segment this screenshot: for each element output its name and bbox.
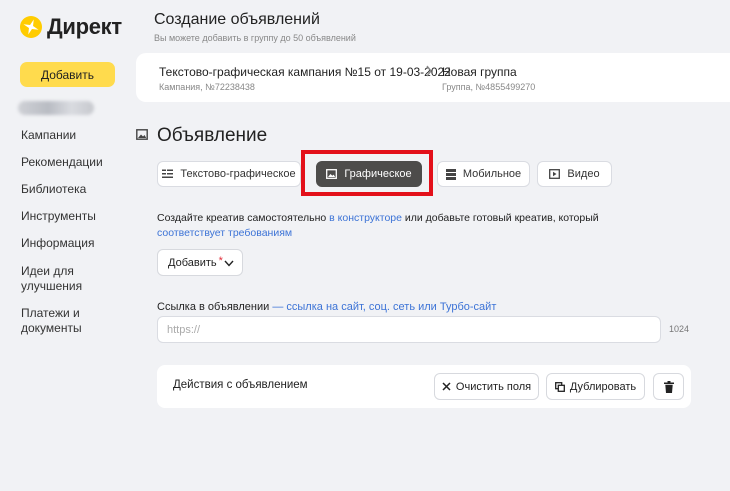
- close-icon: [442, 382, 451, 391]
- sidebar-item-library[interactable]: Библиотека: [21, 182, 131, 197]
- chevron-right-icon: [426, 65, 432, 77]
- tab-graphic[interactable]: Графическое: [316, 161, 422, 187]
- mobile-stack-icon: [445, 168, 456, 180]
- clear-fields-label: Очистить поля: [455, 380, 532, 393]
- page-subtitle: Вы можете добавить в группу до 50 объявл…: [154, 33, 356, 43]
- duplicate-button[interactable]: Дублировать: [546, 373, 645, 400]
- add-creative-dropdown[interactable]: Добавить *: [157, 249, 243, 276]
- sidebar-item-ideas[interactable]: Идеи для улучшения: [21, 264, 91, 294]
- tab-mobile[interactable]: Мобильное: [437, 161, 530, 187]
- add-button[interactable]: Добавить: [20, 62, 115, 87]
- add-creative-label: Добавить: [168, 256, 217, 269]
- blurred-account-name[interactable]: [18, 101, 94, 115]
- page-title: Создание объявлений: [154, 11, 320, 28]
- sidebar-item-campaigns[interactable]: Кампании: [21, 128, 131, 143]
- sidebar-item-tools[interactable]: Инструменты: [21, 209, 131, 224]
- duplicate-label: Дублировать: [569, 380, 637, 393]
- breadcrumb-group-title: Новая группа: [442, 65, 517, 79]
- breadcrumb-campaign[interactable]: Текстово-графическая кампания №15 от 19-…: [159, 65, 451, 92]
- yandex-direct-logo-icon: [20, 16, 42, 38]
- clear-fields-button[interactable]: Очистить поля: [434, 373, 539, 400]
- url-label-text: Ссылка в объявлении: [157, 301, 270, 313]
- sidebar-item-payments[interactable]: Платежи и документы: [21, 306, 91, 336]
- image-icon: [326, 169, 338, 179]
- breadcrumb-group-id: Группа, №4855499270: [442, 82, 536, 92]
- char-counter: 1024: [669, 324, 690, 334]
- section-title: Объявление: [157, 125, 268, 146]
- breadcrumb-campaign-id: Кампания, №72238438: [159, 82, 255, 92]
- sidebar-item-recommendations[interactable]: Рекомендации: [21, 155, 131, 170]
- delete-button[interactable]: [653, 373, 684, 400]
- trash-icon: [663, 380, 674, 393]
- logo-text: Директ: [47, 14, 122, 39]
- image-icon: [136, 129, 148, 140]
- url-input[interactable]: [157, 316, 661, 343]
- tab-graphic-label: Графическое: [344, 168, 412, 180]
- logo[interactable]: Директ: [20, 14, 122, 40]
- desc-text-before: Создайте креатив самостоятельно: [157, 212, 330, 224]
- constructor-link[interactable]: в конструкторе: [329, 212, 402, 224]
- tab-video-label: Видео: [567, 168, 600, 180]
- breadcrumb-group[interactable]: Новая группа Группа, №4855499270: [442, 65, 535, 92]
- sidebar: Директ Добавить Кампании Рекомендации Би…: [0, 0, 135, 491]
- desc-text-middle: или добавьте готовый креатив, который: [401, 212, 599, 224]
- requirements-link[interactable]: соответствует требованиям: [157, 227, 292, 239]
- actions-label: Действия с объявлением: [173, 379, 308, 391]
- tab-video[interactable]: Видео: [537, 161, 612, 187]
- url-label: Ссылка в объявлении — ссылка на сайт, со…: [157, 301, 496, 313]
- tab-text-graphic-label: Текстово-графическое: [180, 168, 296, 180]
- required-mark: *: [218, 254, 223, 267]
- chevron-down-icon: [224, 260, 234, 267]
- breadcrumb-campaign-title: Текстово-графическая кампания №15 от 19-…: [159, 65, 451, 79]
- breadcrumb: Текстово-графическая кампания №15 от 19-…: [136, 53, 730, 102]
- sidebar-item-information[interactable]: Информация: [21, 236, 131, 251]
- play-icon: [549, 169, 561, 179]
- creative-description: Создайте креатив самостоятельно в констр…: [157, 211, 667, 241]
- tab-text-graphic[interactable]: Текстово-графическое: [157, 161, 301, 187]
- duplicate-icon: [554, 381, 565, 392]
- tab-mobile-label: Мобильное: [462, 168, 522, 180]
- url-hint-link[interactable]: — ссылка на сайт, соц. сеть или Турбо-са…: [269, 301, 496, 313]
- text-lines-icon: [162, 169, 174, 178]
- ad-actions-panel: Действия с объявлением Очистить поля Дуб…: [157, 365, 691, 408]
